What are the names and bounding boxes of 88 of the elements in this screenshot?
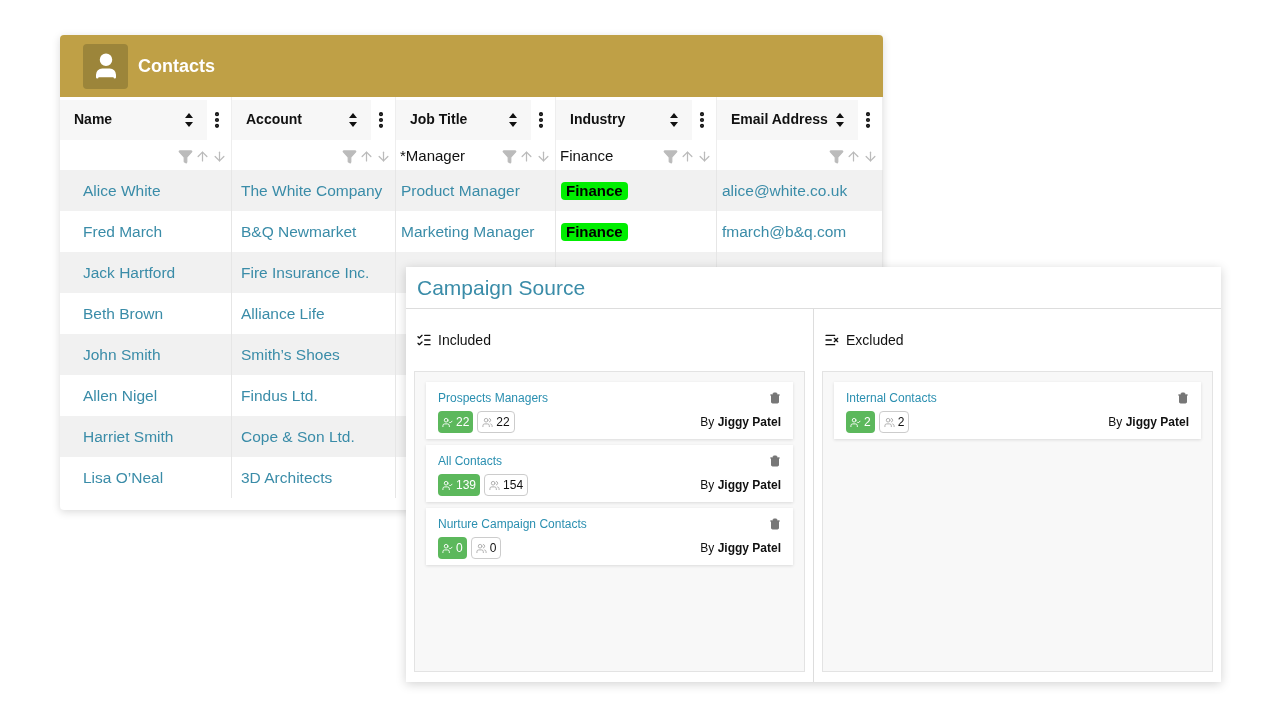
sort-descending-icon[interactable] xyxy=(536,148,551,164)
table-cell[interactable]: Allen Nigel xyxy=(83,383,158,408)
total-count: 22 xyxy=(496,414,510,431)
filter-value[interactable]: *Manager xyxy=(400,147,466,164)
list-name[interactable]: Nurture Campaign Contacts xyxy=(438,515,587,533)
trash-icon[interactable] xyxy=(769,518,781,530)
table-cell-text: Product Manager xyxy=(401,180,520,201)
user-check-icon xyxy=(442,416,453,428)
matched-count: 0 xyxy=(456,540,463,557)
sort-ascending-icon[interactable] xyxy=(519,148,534,164)
table-cell-text: Cope & Son Ltd. xyxy=(241,426,355,447)
column-header[interactable]: Job Title xyxy=(396,99,531,140)
column-header[interactable]: Account xyxy=(232,99,371,140)
users-icon xyxy=(475,542,487,554)
list-card[interactable]: All Contacts 139 154 By Jiggy Patel xyxy=(426,445,793,502)
list-name[interactable]: Internal Contacts xyxy=(846,389,937,407)
table-cell-text: The White Company xyxy=(241,180,383,201)
table-cell[interactable]: John Smith xyxy=(83,342,161,367)
user-check-icon xyxy=(442,479,453,491)
sort-ascending-icon[interactable] xyxy=(359,148,374,164)
sort-descending-icon[interactable] xyxy=(697,148,712,164)
total-count: 2 xyxy=(897,414,905,431)
filter-icon[interactable] xyxy=(663,148,678,164)
matched-count: 22 xyxy=(456,414,470,431)
users-icon xyxy=(883,416,895,428)
industry-tag: Finance xyxy=(561,222,628,241)
sort-icon[interactable] xyxy=(836,112,844,127)
users-icon xyxy=(489,479,501,491)
filter-icon[interactable] xyxy=(342,148,357,164)
sort-icon[interactable] xyxy=(349,112,357,127)
list-card[interactable]: Nurture Campaign Contacts 0 0 By Jiggy Patel xyxy=(426,508,793,565)
table-cell-text: Alliance Life xyxy=(241,303,325,324)
sort-ascending-icon[interactable] xyxy=(195,148,210,164)
list-card[interactable]: Internal Contacts 2 2 By Jiggy Patel xyxy=(834,382,1201,439)
column-header[interactable]: Industry xyxy=(556,99,692,140)
table-cell[interactable]: Beth Brown xyxy=(83,301,164,326)
filter-icon[interactable] xyxy=(502,148,517,164)
sort-ascending-icon[interactable] xyxy=(846,148,861,164)
table-cell[interactable]: Harriet Smith xyxy=(83,424,174,449)
sort-icon[interactable] xyxy=(185,112,193,127)
matched-count: 2 xyxy=(864,414,871,431)
sort-icon[interactable] xyxy=(509,112,517,127)
user-check-icon xyxy=(850,416,861,428)
filter-icon[interactable] xyxy=(178,148,193,164)
list-check-icon xyxy=(416,332,432,348)
table-cell-text: Fire Insurance Inc. xyxy=(241,262,370,283)
matched-count: 139 xyxy=(456,477,477,494)
total-count: 154 xyxy=(503,477,524,494)
list-name[interactable]: Prospects Managers xyxy=(438,389,549,407)
table-cell[interactable]: Alice White xyxy=(83,178,161,203)
list-name[interactable]: All Contacts xyxy=(438,452,503,470)
author-text: By Jiggy Patel xyxy=(700,414,781,431)
column-header[interactable]: Email Address xyxy=(717,99,858,140)
users-icon xyxy=(482,416,494,428)
list-x-icon xyxy=(824,332,840,348)
trash-icon[interactable] xyxy=(1177,392,1189,404)
user-check-icon xyxy=(442,542,453,554)
table-cell[interactable]: Lisa O’Neal xyxy=(83,465,164,490)
author-text: By Jiggy Patel xyxy=(1108,414,1189,431)
industry-tag: Finance xyxy=(561,181,628,200)
table-cell-text: B&Q Newmarket xyxy=(241,221,357,242)
table-cell-text: Smith’s Shoes xyxy=(241,344,340,365)
table-cell[interactable]: alice@white.co.uk xyxy=(722,178,848,203)
table-cell[interactable]: fmarch@b&q.com xyxy=(722,219,847,244)
table-cell[interactable]: Jack Hartford xyxy=(83,260,176,285)
panel-title: Campaign Source xyxy=(417,274,586,301)
table-cell-text: 3D Architects xyxy=(241,467,333,488)
window-title: Contacts xyxy=(138,54,215,78)
filter-value[interactable]: Finance xyxy=(560,147,614,164)
trash-icon[interactable] xyxy=(769,392,781,404)
sort-icon[interactable] xyxy=(670,112,678,127)
table-cell-text: Findus Ltd. xyxy=(241,385,318,406)
author-text: By Jiggy Patel xyxy=(700,477,781,494)
section-heading: Included xyxy=(438,330,491,350)
sort-descending-icon[interactable] xyxy=(376,148,391,164)
person-icon xyxy=(83,43,128,89)
author-text: By Jiggy Patel xyxy=(700,540,781,557)
trash-icon[interactable] xyxy=(769,455,781,467)
filter-icon[interactable] xyxy=(829,148,844,164)
table-cell[interactable]: Fred March xyxy=(83,219,163,244)
sort-descending-icon[interactable] xyxy=(212,148,227,164)
total-count: 0 xyxy=(489,540,497,557)
column-header[interactable]: Name xyxy=(60,99,207,140)
sort-ascending-icon[interactable] xyxy=(680,148,695,164)
table-cell-text: Marketing Manager xyxy=(401,221,535,242)
list-card[interactable]: Prospects Managers 22 22 By Jiggy Patel xyxy=(426,382,793,439)
section-heading: Excluded xyxy=(846,330,904,350)
sort-descending-icon[interactable] xyxy=(863,148,878,164)
